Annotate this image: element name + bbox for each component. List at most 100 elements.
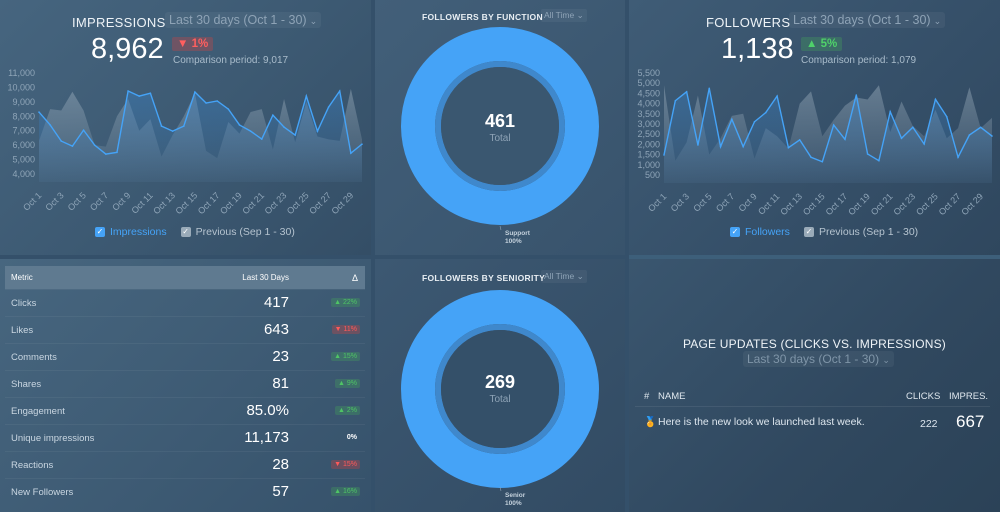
data-point[interactable]	[272, 114, 274, 116]
data-point[interactable]	[844, 138, 846, 141]
data-point[interactable]	[776, 95, 778, 97]
dashboard: IMPRESSIONS Last 30 days (Oct 1 - 30) ⌄ 8…	[0, 0, 1000, 512]
data-point[interactable]	[731, 118, 733, 121]
metric-name: Unique impressions	[11, 433, 95, 444]
metric-delta-badge: ▲ 9%	[335, 379, 360, 388]
data-point[interactable]	[900, 137, 903, 140]
update-name[interactable]: Here is the new look we launched last we…	[658, 416, 865, 428]
data-point[interactable]	[934, 98, 937, 101]
data-point[interactable]	[60, 140, 63, 142]
data-point[interactable]	[138, 95, 141, 97]
data-point[interactable]	[127, 90, 129, 92]
data-point[interactable]	[283, 126, 285, 128]
data-point[interactable]	[316, 130, 319, 132]
data-point[interactable]	[991, 135, 993, 137]
y-tick-label: 5,500	[637, 68, 660, 78]
x-tick-label: Oct 19	[846, 191, 872, 217]
data-point[interactable]	[49, 124, 51, 126]
data-point[interactable]	[294, 134, 296, 136]
y-tick-label: 4,000	[637, 99, 660, 109]
page-updates-range-dropdown[interactable]: Last 30 days (Oct 1 - 30) ⌄	[743, 351, 894, 367]
data-point[interactable]	[249, 130, 252, 132]
metric-value: 11,173	[244, 429, 289, 446]
data-point[interactable]	[361, 143, 363, 145]
data-point[interactable]	[832, 124, 835, 126]
data-point[interactable]	[753, 120, 756, 123]
data-point[interactable]	[674, 99, 677, 102]
data-point[interactable]	[923, 143, 925, 145]
data-point[interactable]	[821, 160, 824, 163]
data-point[interactable]	[719, 145, 722, 148]
data-point[interactable]	[685, 90, 688, 93]
data-point[interactable]	[663, 154, 665, 156]
data-point[interactable]	[38, 111, 40, 113]
data-point[interactable]	[338, 90, 341, 92]
data-point[interactable]	[889, 110, 892, 113]
legend-item-impressions[interactable]: ✓ Impressions	[95, 226, 167, 238]
legend-item-followers[interactable]: ✓ Followers	[730, 226, 790, 238]
table-row[interactable]: 🏅 Here is the new look we launched last …	[635, 412, 990, 436]
data-point[interactable]	[798, 139, 801, 141]
seniority-segment-label: Senior 100%	[505, 492, 525, 508]
data-point[interactable]	[238, 124, 241, 126]
data-point[interactable]	[878, 159, 880, 162]
data-point[interactable]	[945, 115, 948, 118]
data-point[interactable]	[205, 102, 207, 104]
data-point[interactable]	[708, 87, 711, 90]
x-tick-label: Oct 25	[285, 190, 311, 216]
legend-item-previous[interactable]: ✓ Previous (Sep 1 - 30)	[180, 226, 295, 238]
data-point[interactable]	[260, 138, 263, 140]
checkbox-checked-icon[interactable]: ✓	[730, 227, 740, 237]
metrics-table-header: Metric Last 30 Days Δ	[5, 266, 365, 289]
impressions-chart: 11,000 10,000 9,000 8,000 7,000 6,000 5,000 4,0…	[7, 68, 363, 216]
metric-delta-badge: 0%	[346, 434, 357, 441]
data-point[interactable]	[82, 129, 85, 131]
data-point[interactable]	[105, 153, 107, 155]
data-point[interactable]	[350, 152, 352, 155]
segment-percent: 100%	[505, 500, 522, 507]
data-point[interactable]	[742, 145, 744, 148]
y-tick-label: 6,000	[12, 140, 35, 150]
x-tick-label: Oct 11	[756, 191, 781, 216]
segment-name: Senior	[505, 492, 526, 499]
x-tick-label: Oct 29	[329, 190, 355, 216]
x-tick-label: Oct 17	[824, 191, 850, 217]
data-point[interactable]	[216, 100, 219, 102]
checkbox-checked-icon[interactable]: ✓	[180, 227, 191, 237]
data-point[interactable]	[160, 125, 163, 127]
metric-name: Comments	[11, 352, 57, 363]
data-point[interactable]	[957, 156, 959, 159]
impressions-legend: ✓ Impressions ✓ Previous (Sep 1 - 30)	[95, 226, 309, 238]
data-point[interactable]	[855, 94, 858, 96]
legend-label: Previous (Sep 1 - 30)	[195, 226, 295, 238]
data-point[interactable]	[227, 108, 230, 110]
data-point[interactable]	[93, 144, 96, 146]
metric-name: Engagement	[11, 406, 65, 417]
data-point[interactable]	[764, 111, 767, 114]
data-point[interactable]	[787, 146, 790, 149]
data-point[interactable]	[912, 126, 914, 129]
data-point[interactable]	[697, 144, 699, 146]
legend-label: Previous (Sep 1 - 30)	[818, 226, 919, 238]
data-point[interactable]	[182, 125, 185, 127]
metric-value: 85.0%	[246, 402, 289, 419]
x-tick-label: Oct 13	[778, 191, 804, 217]
data-point[interactable]	[866, 153, 869, 155]
data-point[interactable]	[149, 92, 152, 94]
data-point[interactable]	[979, 126, 982, 129]
data-point[interactable]	[305, 95, 308, 97]
data-point[interactable]	[968, 134, 971, 136]
data-point[interactable]	[116, 151, 118, 154]
segment-name: Support	[505, 230, 530, 237]
data-point[interactable]	[327, 106, 330, 108]
legend-item-previous[interactable]: ✓ Previous (Sep 1 - 30)	[803, 226, 919, 238]
checkbox-checked-icon[interactable]: ✓	[803, 227, 814, 237]
data-point[interactable]	[71, 145, 74, 147]
data-point[interactable]	[171, 130, 174, 132]
checkbox-checked-icon[interactable]: ✓	[95, 227, 105, 237]
y-tick-label: 1,000	[637, 160, 660, 170]
data-point[interactable]	[810, 156, 812, 159]
y-tick-label: 10,000	[7, 82, 35, 92]
data-point[interactable]	[194, 91, 196, 93]
metric-delta-badge: ▼ 11%	[331, 325, 360, 334]
